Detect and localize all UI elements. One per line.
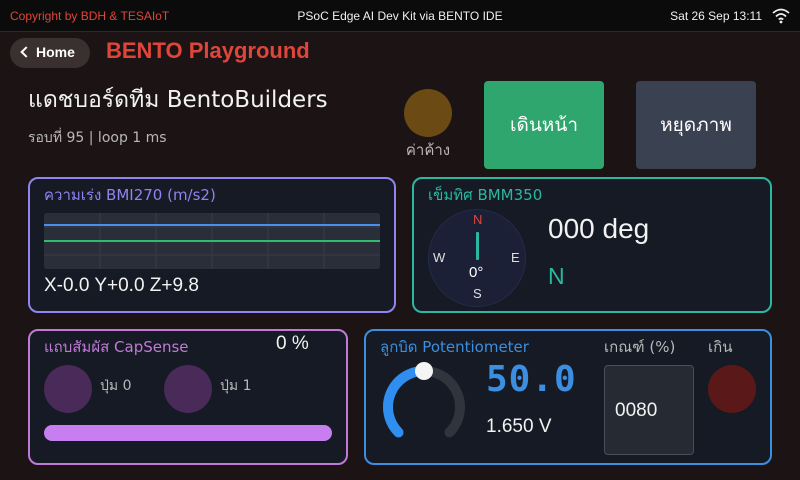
potentiometer-title: ลูกบิด Potentiometer bbox=[380, 338, 529, 356]
compass-west-label: W bbox=[433, 250, 446, 265]
potentiometer-card: ลูกบิด Potentiometer 50.0 1.650 V เกณฑ์ … bbox=[364, 329, 772, 465]
accelerometer-title: ความเร่ง BMI270 (m/s2) bbox=[44, 186, 216, 204]
capsense-percent: 0 % bbox=[276, 333, 309, 354]
accelerometer-card: ความเร่ง BMI270 (m/s2) X-0.0 Y+0.0 Z+9.8 bbox=[28, 177, 396, 313]
hold-status-label: ค่าค้าง bbox=[405, 141, 451, 159]
forward-button[interactable]: เดินหน้า bbox=[484, 81, 604, 169]
compass-south-label: S bbox=[473, 286, 482, 301]
capsense-card: แถบสัมผัส CapSense 0 % ปุ่ม 0 ปุ่ม 1 bbox=[28, 329, 348, 465]
potentiometer-value: 50.0 bbox=[486, 359, 577, 400]
home-button[interactable]: Home bbox=[10, 38, 90, 68]
copyright-text: Copyright by BDH & TESAIoT bbox=[10, 9, 170, 23]
magnetometer-title: เข็มทิศ BMM350 bbox=[428, 186, 543, 204]
compass-needle bbox=[476, 232, 479, 260]
over-threshold-label: เกิน bbox=[708, 338, 733, 356]
status-bar: Copyright by BDH & TESAIoT PSoC Edge AI … bbox=[0, 0, 800, 32]
compass-dial: N W E 0° S bbox=[428, 209, 526, 307]
wifi-icon bbox=[772, 8, 790, 24]
compass-east-label: E bbox=[511, 250, 520, 265]
heading-value: 000 deg bbox=[548, 213, 650, 244]
accelerometer-graph bbox=[44, 213, 380, 269]
compass-degree-label: 0° bbox=[469, 264, 484, 281]
capsense-title: แถบสัมผัส CapSense bbox=[44, 338, 189, 356]
accelerometer-reading: X-0.0 Y+0.0 Z+9.8 bbox=[44, 275, 199, 296]
over-threshold-indicator bbox=[708, 365, 756, 413]
potentiometer-gauge bbox=[383, 362, 465, 438]
threshold-label: เกณฑ์ (%) bbox=[604, 338, 676, 356]
threshold-input[interactable]: 0080 bbox=[604, 365, 694, 455]
heading-direction: N bbox=[548, 263, 565, 289]
capsense-button-1[interactable] bbox=[164, 365, 212, 413]
pause-button[interactable]: หยุดภาพ bbox=[636, 81, 756, 169]
compass-north-label: N bbox=[473, 212, 483, 227]
dashboard-title: แดชบอร์ดทีม BentoBuilders bbox=[28, 87, 328, 113]
capsense-slider[interactable] bbox=[44, 425, 332, 441]
capsense-button-1-label: ปุ่ม 1 bbox=[220, 378, 252, 394]
home-button-label: Home bbox=[36, 44, 75, 60]
capsense-button-0[interactable] bbox=[44, 365, 92, 413]
chevron-left-icon bbox=[20, 46, 32, 58]
potentiometer-knob bbox=[415, 362, 433, 380]
magnetometer-card: เข็มทิศ BMM350 N W E 0° S 000 deg N bbox=[412, 177, 772, 313]
app-title: BENTO Playground bbox=[106, 38, 310, 63]
clock: Sat 26 Sep 13:11 bbox=[670, 9, 762, 23]
potentiometer-voltage: 1.650 V bbox=[486, 416, 552, 437]
dashboard-subtitle: รอบที่ 95 | loop 1 ms bbox=[28, 130, 167, 146]
capsense-button-0-label: ปุ่ม 0 bbox=[100, 378, 132, 394]
hold-status-indicator bbox=[404, 89, 452, 137]
